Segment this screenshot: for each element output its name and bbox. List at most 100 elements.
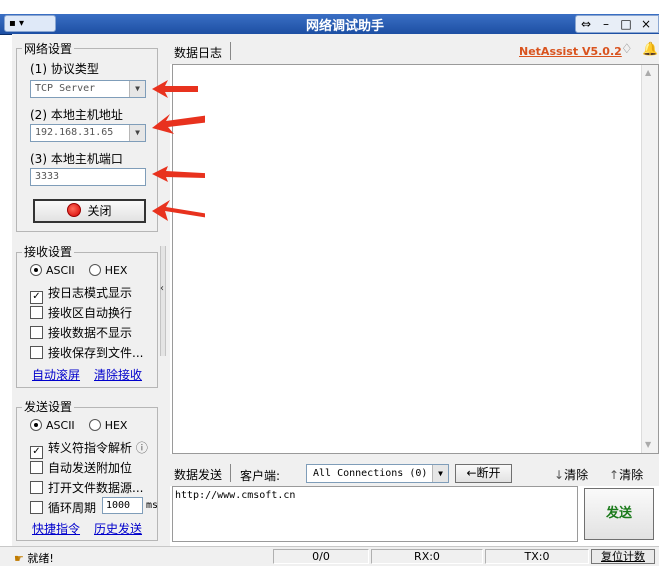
hand-icon: ☛ [14,552,24,565]
checkbox[interactable] [30,306,43,319]
loop-unit: ms [146,500,159,511]
auto-scroll-link[interactable]: 自动滚屏 [32,366,80,383]
close-connection-button[interactable]: 关闭 [33,199,146,223]
shortcuts-link[interactable]: 快捷指令 [32,520,80,537]
tx-count: TX:0 [485,549,589,564]
record-icon [67,203,82,217]
escape-option[interactable]: ✓ 转义符指令解析 ⓘ [30,439,148,459]
send-text-area[interactable]: http://www.cmsoft.cn [172,486,578,542]
tab-divider [230,42,231,60]
clear-label: 清除 [619,468,644,482]
receive-option-log-mode[interactable]: ✓ 按日志模式显示 [30,284,132,304]
checkbox[interactable] [30,501,43,514]
app-icon: ▪ [9,18,16,29]
checkbox-checked[interactable]: ✓ [30,446,43,459]
receive-settings-title: 接收设置 [22,243,75,260]
diamond-icon[interactable]: ♢ [621,42,633,57]
tab-data-send[interactable]: 数据发送 [174,466,222,483]
client-label: 客户端: [240,469,281,483]
window-title: 网络调试助手 [305,19,384,34]
protocol-select[interactable]: TCP Server ▼ [30,80,146,98]
host-select[interactable]: 192.168.31.65 ▼ [30,124,146,142]
counter-display: 0/0 [273,549,369,564]
clear-right-button[interactable]: ↑清除 [609,466,643,483]
receive-log-area[interactable] [172,64,659,454]
scroll-up-icon[interactable]: ▲ [645,68,651,77]
minimize-button[interactable]: – [596,16,616,32]
status-bar: ☛ 就绪! 0/0 RX:0 TX:0 复位计数 [0,546,659,566]
send-hex-radio[interactable]: HEX [88,419,128,432]
clear-left-button[interactable]: ↓清除 [554,466,588,483]
clear-label: 清除 [564,468,589,482]
receive-format: ASCII HEX [30,264,127,277]
network-settings-title: 网络设置 [22,40,75,57]
send-hex-label: HEX [104,419,128,432]
option-label: 接收区自动换行 [48,306,133,320]
arrow-left-icon: ← [466,466,477,480]
auto-append-option[interactable]: 自动发送附加位 [30,459,132,476]
close-connection-label: 关闭 [87,204,112,218]
checkbox[interactable] [30,346,43,359]
arrow-icon [152,80,205,221]
collapse-handle[interactable] [160,246,166,356]
pin-icon[interactable]: ⇔ [576,16,596,32]
loop-option[interactable]: 循环周期 [30,499,96,516]
option-label: 接收保存到文件... [48,346,144,360]
escape-label: 转义符指令解析 [48,441,133,455]
send-button[interactable]: 发送 [584,488,654,540]
chevron-down-icon[interactable]: ▼ [129,81,145,97]
clear-down-icon: ↓ [554,468,565,482]
send-ascii-label: ASCII [46,419,75,432]
title-bar: ▪ ▾ 网络调试助手 ⇔ – □ × [0,0,659,35]
port-input[interactable]: 3333 [30,168,146,186]
chevron-down-icon[interactable]: ▼ [432,465,448,482]
send-ascii-radio[interactable]: ASCII [30,419,75,432]
receive-hex-radio[interactable]: HEX [88,264,128,277]
loop-period-input[interactable]: 1000 [102,497,143,514]
port-label: (3) 本地主机端口 [30,152,123,166]
receive-hex-label: HEX [104,264,128,277]
log-scrollbar[interactable] [641,65,658,453]
checkbox[interactable] [30,481,43,494]
close-window-button[interactable]: × [636,16,656,32]
maximize-button[interactable]: □ [616,16,636,32]
clear-receive-link[interactable]: 清除接收 [94,366,142,383]
bell-icon[interactable]: 🔔 [642,42,658,57]
chevron-down-icon: ▾ [18,18,24,29]
open-file-label: 打开文件数据源... [48,481,144,495]
checkbox[interactable] [30,326,43,339]
send-text: http://www.cmsoft.cn [175,490,296,501]
loop-label: 循环周期 [48,501,97,515]
chevron-left-icon[interactable]: ‹ [160,283,164,294]
status-ready: ☛ 就绪! [14,550,54,566]
checkbox[interactable] [30,461,43,474]
system-menu-button[interactable]: ▪ ▾ [4,15,56,32]
checkbox-checked[interactable]: ✓ [30,291,43,304]
auto-append-label: 自动发送附加位 [48,461,133,475]
receive-option-auto-wrap[interactable]: 接收区自动换行 [30,304,132,321]
clear-up-icon: ↑ [609,468,620,482]
receive-option-save-file[interactable]: 接收保存到文件... [30,344,143,361]
client-value: All Connections (0) [313,468,428,479]
protocol-label: (1) 协议类型 [30,62,99,76]
option-label: 接收数据不显示 [48,326,133,340]
open-file-option[interactable]: 打开文件数据源... [30,479,143,496]
history-link[interactable]: 历史发送 [94,520,142,537]
chevron-down-icon[interactable]: ▼ [129,125,145,141]
client-select[interactable]: All Connections (0) ▼ [306,464,449,483]
scroll-down-icon[interactable]: ▼ [645,440,651,449]
disconnect-button[interactable]: ←断开 [455,464,512,483]
host-label: (2) 本地主机地址 [30,108,123,122]
tab-data-log[interactable]: 数据日志 [174,44,222,61]
info-icon[interactable]: ⓘ [136,441,148,455]
status-ready-text: 就绪! [27,552,54,565]
annotation-arrows [152,80,205,221]
window-controls: ⇔ – □ × [575,15,659,33]
reset-count-button[interactable]: 复位计数 [591,549,655,564]
option-label: 按日志模式显示 [48,286,133,300]
receive-ascii-radio[interactable]: ASCII [30,264,75,277]
receive-option-hide-data[interactable]: 接收数据不显示 [30,324,132,341]
port-value: 3333 [35,171,60,182]
version-link[interactable]: NetAssist V5.0.2 [519,45,622,58]
receive-ascii-label: ASCII [46,264,75,277]
